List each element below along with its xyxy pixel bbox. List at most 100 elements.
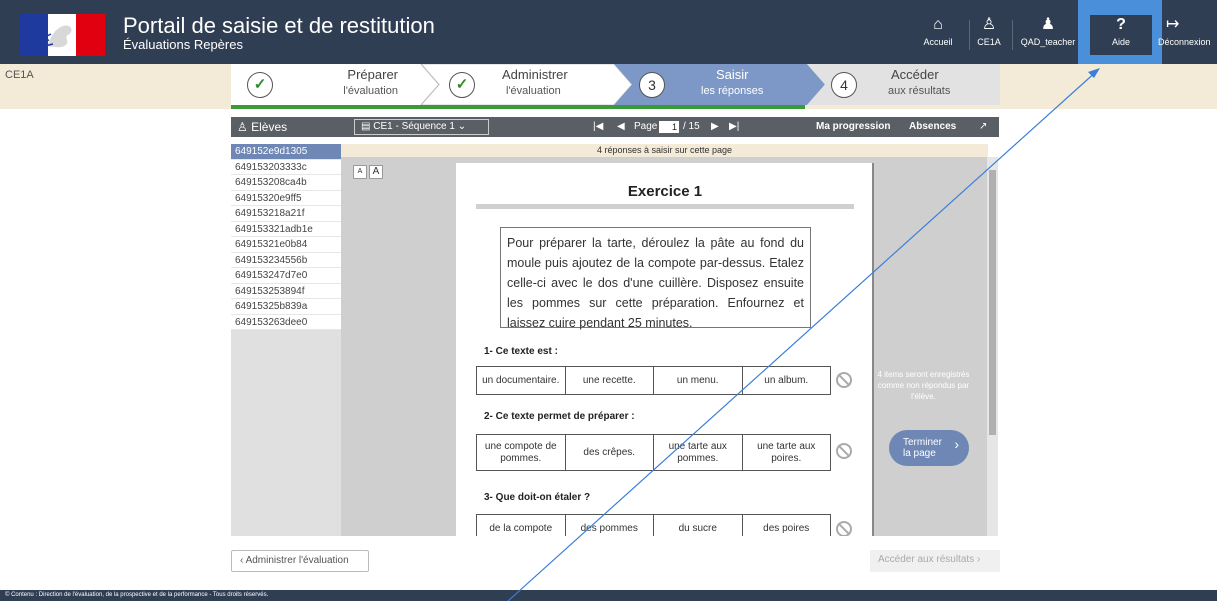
- step-title: Saisir: [716, 67, 749, 82]
- app-header: Portail de saisie et de restitution Éval…: [0, 0, 1217, 64]
- progress-bar: [231, 105, 805, 109]
- answer-option[interactable]: de la compote: [477, 515, 566, 536]
- student-item[interactable]: 649153218a21f: [231, 206, 341, 222]
- nav-accueil[interactable]: ⌂ Accueil: [918, 16, 958, 56]
- next-step-button[interactable]: Accéder aux résultats ›: [870, 550, 1000, 572]
- check-icon: ✓: [449, 72, 475, 98]
- nav-class-label: CE1A: [977, 37, 1001, 47]
- step-saisir[interactable]: 3 Saisir les réponses: [636, 64, 811, 105]
- stepper: ✓ Préparer l'évaluation ✓ Administrer l'…: [231, 64, 1000, 109]
- answer-option[interactable]: du sucre: [654, 515, 743, 536]
- chevron-right-icon: ›: [954, 436, 959, 452]
- finish-page-button[interactable]: Terminer la page ›: [889, 430, 969, 466]
- page-input[interactable]: 1: [659, 121, 679, 133]
- student-item[interactable]: 64915320e9ff5: [231, 190, 341, 206]
- sequence-value: CE1 - Séquence 1: [373, 121, 455, 132]
- students-icon: ♙: [981, 16, 997, 33]
- nav-user[interactable]: ♟ QAD_teacher: [1020, 16, 1076, 56]
- no-answer-icon[interactable]: [836, 521, 852, 536]
- nav-user-label: QAD_teacher: [1020, 37, 1076, 47]
- nav-aide[interactable]: ? Aide: [1104, 16, 1138, 56]
- font-small-button[interactable]: A: [353, 165, 367, 179]
- unanswered-note: 4 items seront enregistrés comme non rép…: [877, 370, 970, 401]
- answer-option[interactable]: des poires: [743, 515, 831, 536]
- chevron-right-icon: ›: [976, 554, 981, 565]
- student-item[interactable]: 649153247d7e0: [231, 268, 341, 284]
- answer-option[interactable]: un documentaire.: [477, 367, 566, 394]
- prev-step-button[interactable]: ‹ Administrer l'évaluation: [231, 550, 369, 572]
- document-icon: ▤: [361, 121, 371, 132]
- student-item[interactable]: 649153321adb1e: [231, 221, 341, 237]
- student-item[interactable]: 649153263dee0: [231, 314, 341, 330]
- student-item[interactable]: 649153203333c: [231, 159, 341, 175]
- step-number: 3: [639, 72, 665, 98]
- progression-link[interactable]: Ma progression: [816, 117, 890, 137]
- student-list: 649152e9d1305 649153203333c 649153208ca4…: [231, 144, 341, 536]
- step-title: Préparer: [347, 67, 398, 82]
- toolbar: ♙ Elèves ▤ CE1 - Séquence 1 ⌄ |◀ ◀ Page …: [231, 117, 999, 137]
- exercise-text: Pour préparer la tarte, déroulez la pâte…: [500, 227, 811, 330]
- step-sub: aux résultats: [888, 85, 951, 97]
- nav-class[interactable]: ♙ CE1A: [974, 16, 1004, 56]
- eleves-header: ♙ Elèves: [231, 117, 341, 137]
- title-rule: [476, 204, 854, 209]
- prev-page-icon[interactable]: ◀: [617, 117, 625, 137]
- answer-option[interactable]: des crêpes.: [566, 435, 654, 470]
- next-page-icon[interactable]: ▶: [711, 117, 719, 137]
- nav-aide-label: Aide: [1111, 37, 1130, 47]
- student-item[interactable]: 64915321e0b84: [231, 237, 341, 253]
- app-subtitle: Évaluations Repères: [123, 37, 243, 52]
- finish-page-label: Terminer la page: [903, 437, 942, 459]
- students-icon: ♙: [237, 120, 248, 134]
- page-total: / 15: [683, 121, 700, 132]
- no-answer-icon[interactable]: [836, 372, 852, 388]
- step-preparer[interactable]: ✓ Préparer l'évaluation: [231, 64, 421, 105]
- answer-row: une compote de pommes. des crêpes. une t…: [476, 434, 831, 471]
- step-administrer[interactable]: ✓ Administrer l'évaluation: [431, 64, 621, 105]
- question-label: 1- Ce texte est :: [484, 346, 558, 357]
- absences-link[interactable]: Absences: [909, 117, 956, 137]
- answers-banner: 4 réponses à saisir sur cette page: [341, 144, 988, 157]
- student-item[interactable]: 64915325b839a: [231, 299, 341, 315]
- app-title: Portail de saisie et de restitution: [123, 13, 435, 38]
- answer-option[interactable]: des pommes: [566, 515, 654, 536]
- answer-option[interactable]: une tarte aux pommes.: [654, 435, 743, 470]
- font-large-button[interactable]: A: [369, 165, 383, 179]
- exercise-title: Exercice 1: [627, 183, 703, 200]
- step-title: Administrer: [502, 67, 568, 82]
- class-label: CE1A: [5, 69, 34, 81]
- exercise-page: Exercice 1 Pour préparer la tarte, dérou…: [456, 163, 874, 536]
- step-sub: les réponses: [701, 85, 764, 97]
- student-item[interactable]: 649153253894f: [231, 283, 341, 299]
- step-sub: l'évaluation: [343, 85, 398, 97]
- next-step-label: Accéder aux résultats: [878, 554, 975, 565]
- user-icon: ♟: [1040, 16, 1056, 33]
- student-item[interactable]: 649153234556b: [231, 252, 341, 268]
- footer: © Contenu : Direction de l'évaluation, d…: [0, 590, 1217, 601]
- student-item[interactable]: 649153208ca4b: [231, 175, 341, 191]
- expand-icon[interactable]: ↗: [979, 117, 987, 137]
- answer-row: de la compote des pommes du sucre des po…: [476, 514, 831, 536]
- no-answer-icon[interactable]: [836, 443, 852, 459]
- nav-logout-label: Déconnexion: [1158, 37, 1211, 47]
- answer-option[interactable]: une tarte aux poires.: [743, 435, 831, 470]
- first-page-icon[interactable]: |◀: [593, 117, 603, 137]
- answer-row: un documentaire. une recette. un menu. u…: [476, 366, 831, 395]
- step-acceder[interactable]: 4 Accéder aux résultats: [831, 64, 1000, 105]
- help-icon: ?: [1116, 16, 1126, 33]
- sequence-select[interactable]: ▤ CE1 - Séquence 1 ⌄: [354, 119, 489, 135]
- step-title: Accéder: [891, 67, 939, 82]
- eleves-label: Elèves: [251, 120, 288, 134]
- student-item[interactable]: 649152e9d1305: [231, 144, 341, 160]
- last-page-icon[interactable]: ▶|: [729, 117, 739, 137]
- answer-option[interactable]: une recette.: [566, 367, 654, 394]
- prev-step-label: Administrer l'évaluation: [245, 555, 349, 566]
- logout-icon: ↦: [1166, 16, 1180, 33]
- scrollbar-thumb[interactable]: [989, 170, 996, 435]
- answer-option[interactable]: un album.: [743, 367, 831, 394]
- chevron-left-icon: ‹: [240, 555, 244, 566]
- nav-logout[interactable]: ↦ Déconnexion: [1158, 16, 1217, 56]
- question-label: 3- Que doit-on étaler ?: [484, 492, 591, 503]
- answer-option[interactable]: un menu.: [654, 367, 743, 394]
- answer-option[interactable]: une compote de pommes.: [477, 435, 566, 470]
